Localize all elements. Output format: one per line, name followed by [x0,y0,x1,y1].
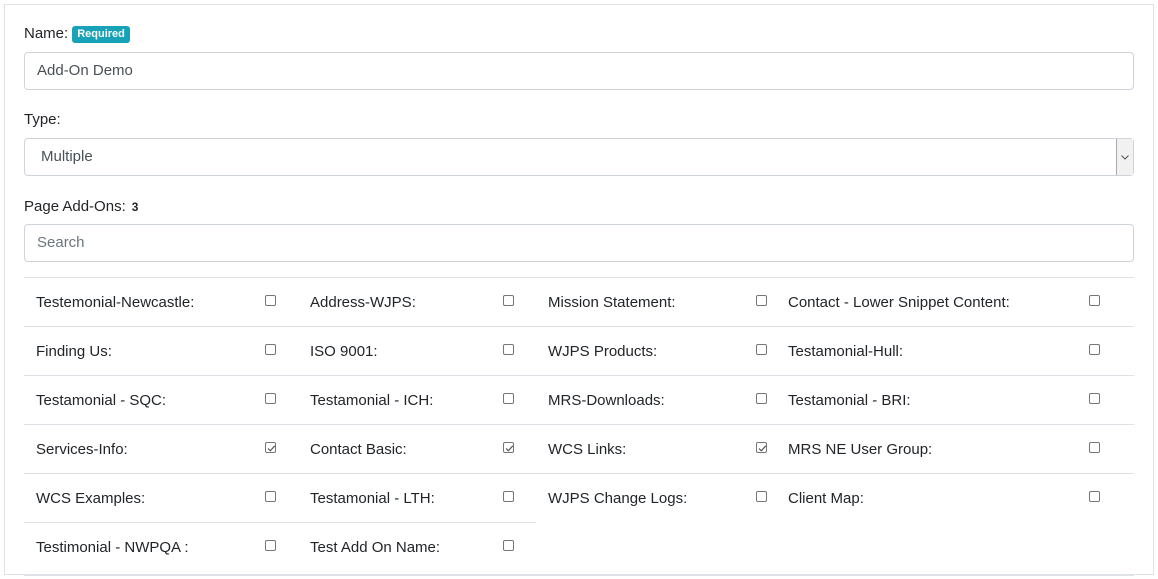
addon-item[interactable]: Testamonial - LTH: [298,473,536,522]
addon-label: Testimonial - NWPQA : [36,539,189,556]
chevron-down-icon[interactable] [1116,139,1133,175]
addon-checkbox[interactable] [756,491,767,502]
addon-checkbox[interactable] [1089,295,1100,306]
addons-count: 3 [131,200,139,214]
addon-checkbox[interactable] [503,540,514,551]
addon-item[interactable]: MRS-Downloads: [536,375,776,424]
addon-item[interactable]: Testamonial - BRI: [776,375,1134,424]
addon-item[interactable]: Finding Us: [24,326,298,375]
check-icon [505,445,514,452]
addon-label: Testamonial-Hull: [788,343,904,360]
addon-label: Test Add On Name: [310,539,441,556]
check-icon [758,445,767,452]
addon-checkbox[interactable] [265,295,276,306]
addon-checkbox[interactable] [1089,491,1100,502]
addon-label: Contact Basic: [310,441,407,458]
addon-checkbox[interactable] [265,540,276,551]
addon-item[interactable]: Client Map: [776,473,1134,522]
type-select[interactable]: Multiple [24,138,1134,176]
required-badge: Required [72,26,130,43]
addon-checkbox[interactable] [756,442,767,453]
type-label: Type: [24,111,61,128]
addon-checkbox[interactable] [1089,393,1100,404]
addon-label: Finding Us: [36,343,112,360]
grid-bottom-divider [24,575,1134,576]
addon-item[interactable]: Contact - Lower Snippet Content: [776,277,1134,326]
addon-item[interactable]: Contact Basic: [298,424,536,473]
addon-label: Testamonial - SQC: [36,392,167,409]
addon-label: Services-Info: [36,441,128,458]
addon-checkbox[interactable] [756,344,767,355]
addon-item[interactable]: WJPS Change Logs: [536,473,776,522]
addon-label: Testemonial-Newcastle: [36,294,195,311]
addon-item[interactable]: Testemonial-Newcastle: [24,277,298,326]
addon-label: Address-WJPS: [310,294,416,311]
addon-item[interactable]: WCS Links: [536,424,776,473]
addon-label: Contact - Lower Snippet Content: [788,294,1010,311]
addon-label: Mission Statement: [548,294,676,311]
addon-item[interactable]: MRS NE User Group: [776,424,1134,473]
addons-label-row: Page Add-Ons: 3 [24,198,138,215]
search-input[interactable]: Search [24,224,1134,262]
addon-checkbox[interactable] [1089,344,1100,355]
check-icon [267,445,276,452]
addon-checkbox[interactable] [756,393,767,404]
type-select-value: Multiple [41,148,93,165]
addon-checkbox[interactable] [756,295,767,306]
addon-label: Testamonial - BRI: [788,392,911,409]
addon-checkbox[interactable] [503,442,514,453]
addon-label: MRS NE User Group: [788,441,933,458]
addon-item[interactable]: ISO 9001: [298,326,536,375]
addon-checkbox[interactable] [503,491,514,502]
name-input[interactable]: Add-On Demo [24,52,1134,90]
addon-item[interactable]: Testamonial - SQC: [24,375,298,424]
addon-item[interactable]: Test Add On Name: [298,522,536,571]
addon-item[interactable]: Testamonial-Hull: [776,326,1134,375]
addon-label: WCS Examples: [36,490,146,507]
addon-label: ISO 9001: [310,343,378,360]
addon-checkbox[interactable] [1089,442,1100,453]
addon-checkbox[interactable] [503,295,514,306]
addon-checkbox[interactable] [503,393,514,404]
addon-label: Testamonial - LTH: [310,490,435,507]
addon-item[interactable]: Mission Statement: [536,277,776,326]
addon-label: WJPS Products: [548,343,658,360]
name-label-row: Name: Required [24,25,130,43]
addon-label: Client Map: [788,490,864,507]
addon-label: WCS Links: [548,441,627,458]
addons-label: Page Add-Ons: [24,198,126,215]
addon-item[interactable]: WCS Examples: [24,473,298,522]
addon-label: Testamonial - ICH: [310,392,434,409]
addon-checkbox[interactable] [265,344,276,355]
addon-label: WJPS Change Logs: [548,490,688,507]
addon-item[interactable]: Address-WJPS: [298,277,536,326]
addon-checkbox[interactable] [265,393,276,404]
addon-item[interactable]: Testimonial - NWPQA : [24,522,298,571]
addon-item[interactable]: WJPS Products: [536,326,776,375]
addon-checkbox[interactable] [265,442,276,453]
name-label: Name: [24,25,69,42]
addon-item[interactable]: Testamonial - ICH: [298,375,536,424]
addon-checkbox[interactable] [265,491,276,502]
addon-checkbox[interactable] [503,344,514,355]
addon-item[interactable]: Services-Info: [24,424,298,473]
addon-label: MRS-Downloads: [548,392,665,409]
